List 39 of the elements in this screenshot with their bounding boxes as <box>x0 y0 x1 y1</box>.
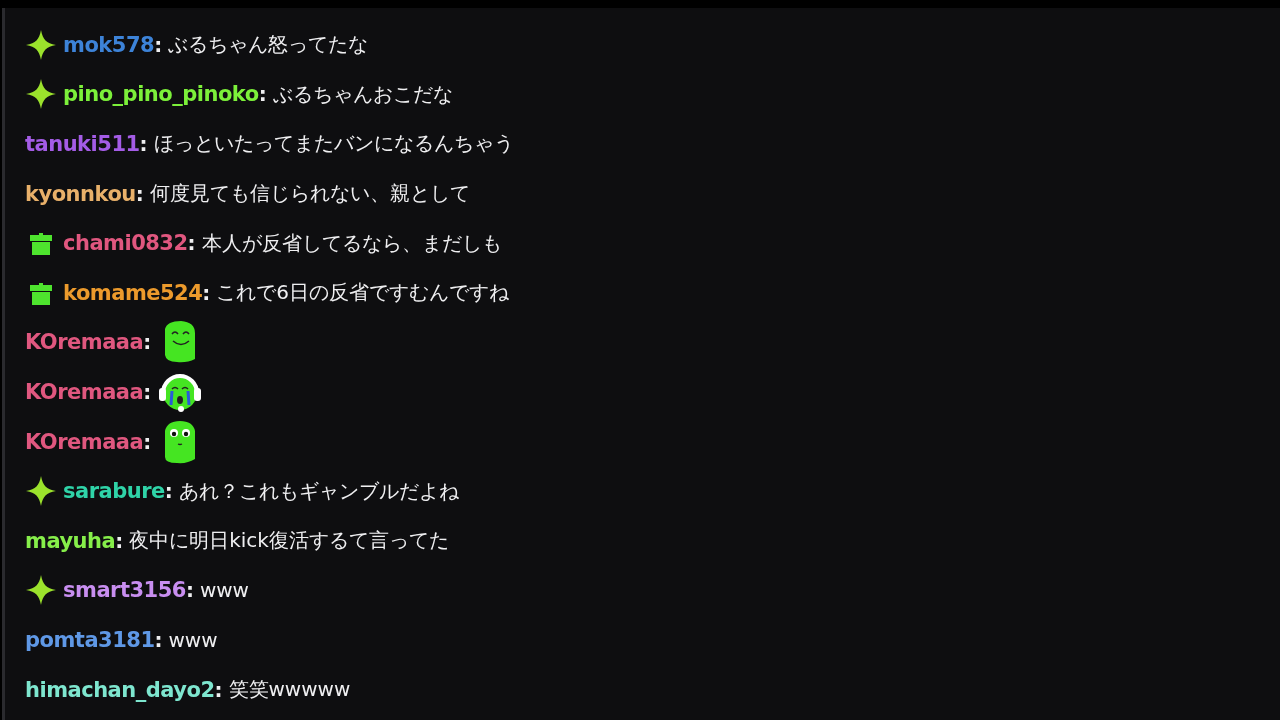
colon: : <box>154 32 163 57</box>
username[interactable]: chami0832 <box>63 231 188 256</box>
chat-message: ほっといたってまたバンになるんちゃう <box>153 130 514 158</box>
colon: : <box>164 479 173 504</box>
username[interactable]: mayuha <box>25 528 116 553</box>
username[interactable]: pino_pino_pinoko <box>63 82 259 107</box>
colon: : <box>214 677 223 702</box>
colon: : <box>139 132 148 156</box>
colon: : <box>258 82 267 107</box>
username[interactable]: tanuki511 <box>25 132 140 156</box>
username[interactable]: mok578 <box>63 32 155 57</box>
username[interactable]: himachan_dayo2 <box>25 677 215 702</box>
colon: : <box>185 578 194 603</box>
colon: : <box>143 330 152 355</box>
username[interactable]: sarabure <box>63 479 165 504</box>
username[interactable]: KOremaaa <box>25 379 144 404</box>
colon: : <box>154 627 163 652</box>
colon: : <box>187 231 196 256</box>
colon: : <box>143 429 152 454</box>
username[interactable]: KOremaaa <box>25 429 144 454</box>
username[interactable]: komame524 <box>63 280 203 305</box>
chat-message: あれ？これもギャンブルだよね <box>178 477 459 505</box>
chat-message: 何度見ても信じられない、親として <box>149 180 470 208</box>
chat-message: www <box>199 578 249 603</box>
username[interactable]: kyonnkou <box>25 181 136 206</box>
username[interactable]: pomta3181 <box>25 627 155 652</box>
chat-message: 本人が反省してるなら、まだしも <box>201 229 502 257</box>
chat-message: これで6日の反省ですむんですね <box>216 279 510 307</box>
colon: : <box>202 280 211 305</box>
colon: : <box>135 181 144 206</box>
chat-message: 笑笑wwwww <box>228 676 351 703</box>
username[interactable]: KOremaaa <box>25 330 144 355</box>
chat-message: ぶるちゃん怒ってたな <box>168 31 369 59</box>
colon: : <box>143 379 152 404</box>
chat-message: ぶるちゃんおこだな <box>272 80 453 108</box>
chat-message: www <box>168 627 218 652</box>
colon: : <box>115 528 124 553</box>
username[interactable]: smart3156 <box>63 578 186 603</box>
chat-message: 夜中に明日kick復活するて言ってた <box>129 527 449 555</box>
